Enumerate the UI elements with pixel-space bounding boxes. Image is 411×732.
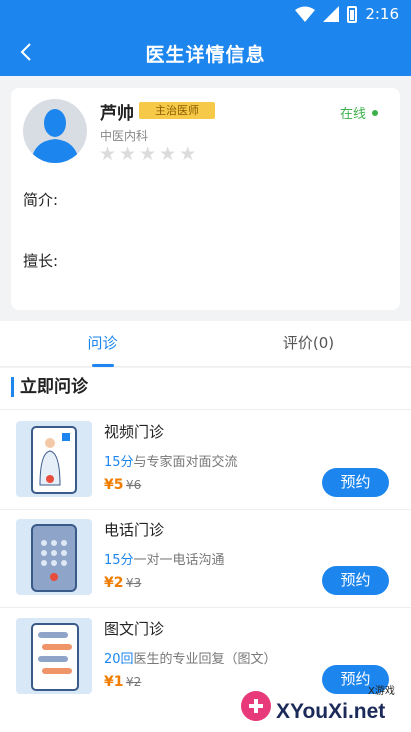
rating-stars: ★ ★ ★ ★ ★ xyxy=(99,145,196,164)
star-icon: ★ xyxy=(139,143,157,165)
tab-consult[interactable]: 问诊 xyxy=(0,321,205,367)
service-price: ¥2 xyxy=(104,575,124,591)
signal-icon xyxy=(323,6,340,22)
book-button[interactable]: 预约 xyxy=(322,566,389,595)
service-desc: 20回医生的专业回复（图文） xyxy=(104,652,277,667)
chat-screen-icon xyxy=(31,623,79,691)
service-item-video[interactable]: 视频门诊 15分与专家面对面交流 ¥5 ¥6 预约 xyxy=(0,411,411,509)
service-old-price: ¥2 xyxy=(126,675,142,689)
gamepad-logo-icon: X游戏 XYouXi.net xyxy=(241,684,395,723)
svg-text:XYouXi.net: XYouXi.net xyxy=(276,700,385,723)
page-title: 医生详情信息 xyxy=(145,44,266,66)
service-name: 视频门诊 xyxy=(104,423,165,441)
tab-consult-label: 问诊 xyxy=(87,334,118,352)
service-desc: 15分一对一电话沟通 xyxy=(104,553,225,568)
phone-consult-illustration xyxy=(16,519,92,595)
tab-bar: 问诊 评价(0) xyxy=(0,321,411,367)
online-dot-icon xyxy=(372,109,378,116)
status-time: 2:16 xyxy=(365,5,399,23)
specialty-label: 擅长: xyxy=(23,252,59,270)
online-label: 在线 xyxy=(339,107,366,122)
nav-bar: 医生详情信息 xyxy=(0,30,411,76)
service-name: 图文门诊 xyxy=(104,620,165,638)
consult-section: 立即问诊 视频门诊 15分与专家面对面交流 ¥5 ¥6 预约 电话门诊 15分一… xyxy=(0,368,411,732)
text-consult-illustration xyxy=(16,618,92,694)
service-item-phone[interactable]: 电话门诊 15分一对一电话沟通 ¥2 ¥3 预约 xyxy=(0,509,411,607)
department-text: 中医内科 xyxy=(100,129,149,143)
star-icon: ★ xyxy=(179,143,197,165)
service-old-price: ¥3 xyxy=(126,576,142,590)
divider xyxy=(0,409,411,410)
video-call-icon xyxy=(31,426,77,494)
service-name: 电话门诊 xyxy=(104,521,165,539)
title-badge: 主治医师 xyxy=(139,102,215,119)
tab-indicator xyxy=(92,364,114,367)
doctor-name: 芦帅 xyxy=(100,104,134,124)
video-consult-illustration xyxy=(16,421,92,497)
avatar xyxy=(23,99,87,163)
phone-keypad-icon xyxy=(31,524,77,592)
service-price: ¥5 xyxy=(104,477,124,493)
svg-text:X游戏: X游戏 xyxy=(368,684,395,697)
online-status: 在线 xyxy=(340,103,378,122)
star-icon: ★ xyxy=(119,143,137,165)
star-icon: ★ xyxy=(99,143,117,165)
service-old-price: ¥6 xyxy=(126,478,142,492)
wifi-icon xyxy=(295,6,316,22)
section-title: 立即问诊 xyxy=(11,377,88,397)
doctor-card: 芦帅 主治医师 中医内科 ★ ★ ★ ★ ★ 在线 简介: 擅长: xyxy=(11,88,400,310)
status-bar: 2:16 xyxy=(0,0,411,30)
book-button[interactable]: 预约 xyxy=(322,468,389,497)
service-price: ¥1 xyxy=(104,674,124,690)
intro-label: 简介: xyxy=(23,191,59,209)
service-desc: 15分与专家面对面交流 xyxy=(104,455,238,470)
star-icon: ★ xyxy=(159,143,177,165)
person-silhouette-icon xyxy=(31,109,79,163)
battery-icon xyxy=(347,5,358,23)
watermark-logo: X游戏 XYouXi.net xyxy=(238,682,403,728)
tab-reviews-label: 评价(0) xyxy=(282,334,335,352)
tab-reviews[interactable]: 评价(0) xyxy=(206,321,411,367)
